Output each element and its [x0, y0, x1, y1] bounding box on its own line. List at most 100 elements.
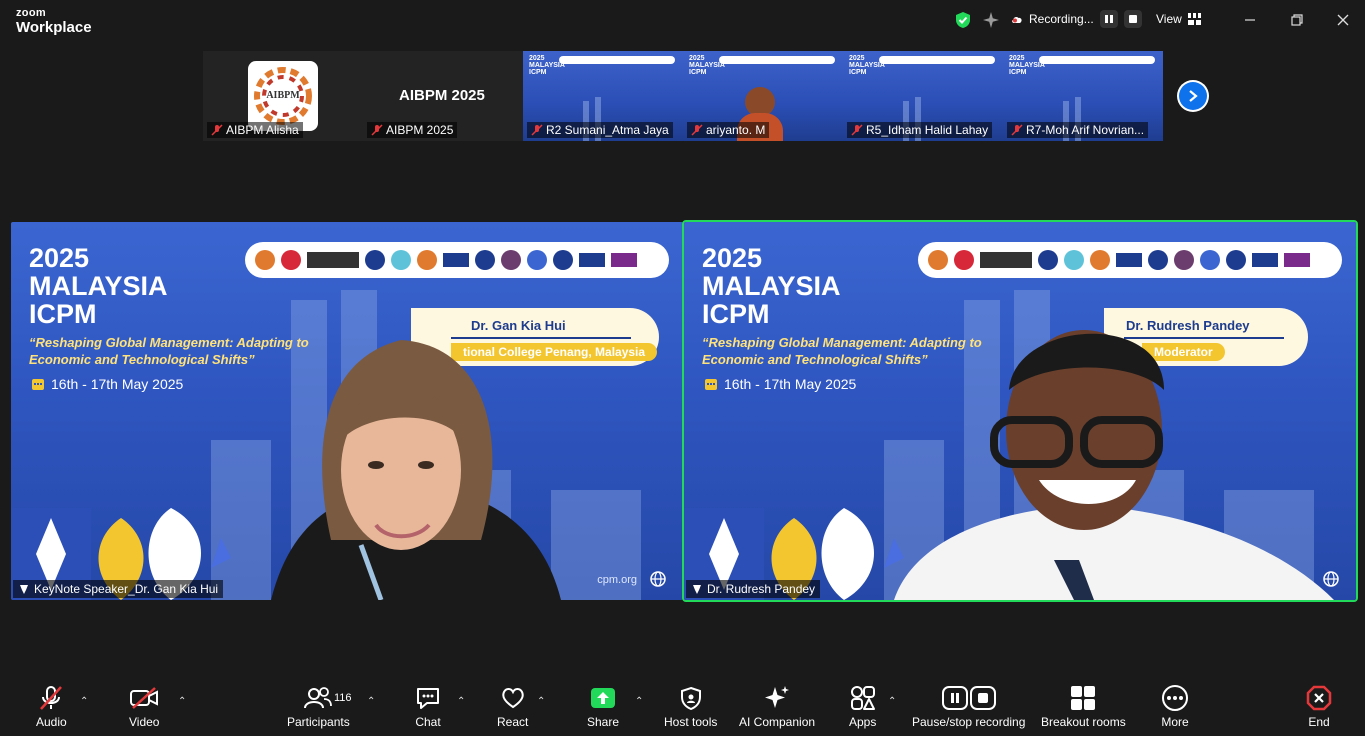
- participant-name-text: AIBPM Alisha: [226, 123, 299, 137]
- sponsor-logo: [443, 253, 469, 267]
- sponsor-logo: [1284, 253, 1310, 267]
- pause-recording-button[interactable]: [1099, 10, 1118, 28]
- end-meeting-icon: [1306, 685, 1332, 711]
- participants-icon: [304, 687, 333, 709]
- share-screen-icon: [591, 688, 616, 708]
- react-options-chevron-icon[interactable]: ⌃: [537, 696, 545, 707]
- aibpm-logo-text: AIBPM: [266, 90, 300, 101]
- audio-label: Audio: [36, 715, 67, 729]
- sponsor-logo: [391, 250, 411, 270]
- host-tools-button[interactable]: Host tools: [664, 684, 717, 729]
- participant-tile[interactable]: 2025 MALAYSIA ICPM ariyanto. M: [683, 51, 843, 141]
- chat-button[interactable]: Chat: [415, 684, 441, 729]
- participants-count: 116: [334, 692, 352, 704]
- banner-title: 2025 MALAYSIA ICPM: [702, 243, 841, 329]
- sponsor-logo: [1038, 250, 1058, 270]
- sponsor-logo: [527, 250, 547, 270]
- banner-date: 16th - 17th May 2025: [31, 376, 183, 392]
- restore-button[interactable]: [1287, 10, 1307, 30]
- participant-name-text: R2 Sumani_Atma Jaya: [546, 123, 669, 137]
- participant-name: ariyanto. M: [687, 122, 770, 138]
- video-label: Video: [129, 715, 160, 729]
- sponsor-logo: [365, 250, 385, 270]
- banner-date: 16th - 17th May 2025: [704, 376, 856, 392]
- minimize-icon: [1245, 19, 1255, 21]
- ai-sparkle-icon[interactable]: [982, 11, 1000, 29]
- end-meeting-button[interactable]: End: [1306, 684, 1332, 729]
- participant-tile[interactable]: 2025 MALAYSIA ICPM R2 Sumani_Atma Jaya: [523, 51, 683, 141]
- next-page-button[interactable]: [1177, 80, 1209, 112]
- audio-options-chevron-icon[interactable]: ⌃: [80, 696, 88, 707]
- minimize-button[interactable]: [1240, 10, 1260, 30]
- brand-bottom: Workplace: [16, 19, 92, 36]
- react-button[interactable]: React: [497, 684, 528, 729]
- sponsor-logo: [1116, 253, 1142, 267]
- sponsor-logo: [1174, 250, 1194, 270]
- participant-tile[interactable]: 2025 MALAYSIA ICPM R7-Moh Arif Novrian...: [1003, 51, 1163, 141]
- view-button[interactable]: View: [1156, 12, 1202, 26]
- ai-companion-icon: [765, 686, 790, 708]
- sponsor-logo: [579, 253, 605, 267]
- mic-muted-icon: [371, 124, 383, 136]
- participant-tile[interactable]: AIBPM 2025 AIBPM 2025: [363, 51, 523, 141]
- participants-button[interactable]: Participants: [287, 684, 350, 729]
- share-options-chevron-icon[interactable]: ⌃: [635, 696, 643, 707]
- security-shield-icon[interactable]: [954, 11, 972, 29]
- participant-tile[interactable]: AIBPM AIBPM Alisha: [203, 51, 363, 141]
- more-icon: [1162, 685, 1188, 711]
- breakout-rooms-button[interactable]: Breakout rooms: [1041, 684, 1126, 729]
- spotlight-icon: [693, 585, 701, 594]
- apps-button[interactable]: Apps: [849, 684, 876, 729]
- chat-icon: [417, 688, 439, 709]
- apps-icon: [850, 686, 875, 710]
- close-icon: [1337, 14, 1349, 26]
- video-name-text: Dr. Rudresh Pandey: [707, 582, 816, 596]
- chat-label: Chat: [415, 715, 441, 729]
- chat-options-chevron-icon[interactable]: ⌃: [457, 696, 465, 707]
- mic-muted-icon: [1011, 124, 1023, 136]
- speaker-video: [271, 340, 561, 600]
- ai-companion-button[interactable]: AI Companion: [739, 684, 815, 729]
- sponsor-logo: [1200, 250, 1220, 270]
- participant-name: AIBPM Alisha: [207, 122, 303, 138]
- brand-top: zoom: [16, 7, 46, 19]
- sponsor-logo: [553, 250, 573, 270]
- video-tile-keynote[interactable]: 2025 MALAYSIA ICPM “Reshaping Global Man…: [11, 222, 683, 600]
- recording-label: Recording...: [1029, 12, 1094, 26]
- sponsor-logo: [501, 250, 521, 270]
- recording-indicator: Recording...: [1011, 10, 1142, 28]
- react-label: React: [497, 715, 529, 729]
- pause-stop-recording-icon: [941, 686, 996, 710]
- heart-icon: [501, 688, 524, 709]
- more-label: More: [1161, 715, 1189, 729]
- audio-button[interactable]: Audio: [36, 684, 67, 729]
- participant-tile[interactable]: 2025 MALAYSIA ICPM R5_Idham Halid Lahay: [843, 51, 1003, 141]
- video-name-label: Dr. Rudresh Pandey: [686, 580, 821, 598]
- participants-options-chevron-icon[interactable]: ⌃: [367, 696, 375, 707]
- sponsor-logo: [255, 250, 275, 270]
- participant-name: R7-Moh Arif Novrian...: [1007, 122, 1149, 138]
- pause-stop-recording-button[interactable]: Pause/stop recording: [912, 684, 1025, 729]
- end-label: End: [1308, 715, 1330, 729]
- moderator-video: [894, 330, 1334, 600]
- sponsor-logo: [611, 253, 637, 267]
- more-button[interactable]: More: [1161, 684, 1189, 729]
- video-name-label: KeyNote Speaker_Dr. Gan Kia Hui: [13, 580, 224, 598]
- apps-options-chevron-icon[interactable]: ⌃: [888, 696, 896, 707]
- share-button[interactable]: Share: [587, 684, 619, 729]
- breakout-rooms-icon: [1071, 686, 1096, 710]
- sponsor-logo: [417, 250, 437, 270]
- video-button[interactable]: Video: [129, 684, 159, 729]
- pause-stop-recording-label: Pause/stop recording: [912, 715, 1026, 729]
- video-tile-moderator[interactable]: 2025 MALAYSIA ICPM “Reshaping Global Man…: [682, 220, 1358, 602]
- globe-icon: [650, 571, 666, 587]
- stop-recording-button[interactable]: [1123, 10, 1142, 28]
- shield-icon: [680, 686, 701, 710]
- title-bar: zoom Workplace Recording... View: [0, 0, 1365, 42]
- close-button[interactable]: [1333, 10, 1353, 30]
- video-options-chevron-icon[interactable]: ⌃: [178, 696, 186, 707]
- spotlight-icon: [20, 585, 28, 594]
- view-label: View: [1156, 12, 1182, 26]
- meeting-toolbar: Audio ⌃ Video ⌃ Participants 116 ⌃ Chat …: [0, 680, 1365, 736]
- aibpm-logo: AIBPM: [248, 61, 318, 131]
